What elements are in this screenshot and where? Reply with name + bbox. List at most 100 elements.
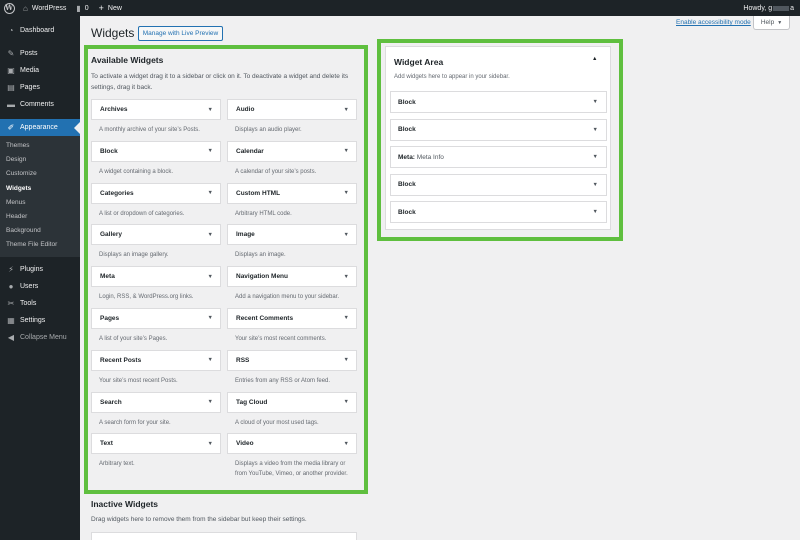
available-widgets-title: Available Widgets xyxy=(91,55,164,65)
caret-down-icon[interactable]: ▼ xyxy=(344,232,349,238)
widget-search: Search ▼ A search form for your site. xyxy=(91,391,221,434)
submenu-item-theme-file-editor[interactable]: Theme File Editor xyxy=(0,238,80,252)
widget-audio: Audio ▼ Displays an audio player. xyxy=(227,99,357,141)
submenu-item-header[interactable]: Header xyxy=(0,210,80,224)
widget-navigation-menu: Navigation Menu ▼ Add a navigation menu to… xyxy=(227,266,357,308)
accessibility-mode-link[interactable]: Enable accessibility mode xyxy=(676,19,751,26)
caret-down-icon[interactable]: ▼ xyxy=(208,399,213,405)
widget-title-bar[interactable]: Custom HTML ▼ xyxy=(227,182,357,204)
sidebar-widget-block[interactable]: Block ▼ xyxy=(390,201,607,224)
caret-down-icon[interactable]: ▼ xyxy=(344,315,349,321)
widget-area-title[interactable]: Widget Area xyxy=(394,57,443,67)
caret-down-icon[interactable]: ▼ xyxy=(344,399,349,405)
widget-recent-comments: Recent Comments ▼ Your site’s most recent … xyxy=(227,307,357,350)
caret-down-icon[interactable]: ▼ xyxy=(208,190,213,196)
widget-title-bar[interactable]: Text ▼ xyxy=(91,433,221,455)
submenu-item-customize[interactable]: Customize xyxy=(0,167,80,181)
live-preview-button[interactable]: Manage with Live Preview xyxy=(138,26,223,41)
sidebar-item-appearance[interactable]: ✐ Appearance xyxy=(0,119,80,136)
help-button[interactable]: Help ▼ xyxy=(753,16,790,30)
caret-down-icon[interactable]: ▼ xyxy=(344,274,349,280)
submenu-item-menus[interactable]: Menus xyxy=(0,196,80,210)
widget-title-bar[interactable]: RSS ▼ xyxy=(227,349,357,371)
widget-title-bar[interactable]: Block ▼ xyxy=(91,140,221,162)
caret-down-icon[interactable]: ▼ xyxy=(344,357,349,363)
widget-area-list: Block ▼ Block ▼ Meta: Meta Info ▼ Block ▼ Bl… xyxy=(390,91,607,229)
sidebar-item-posts[interactable]: ✎ Posts xyxy=(0,45,80,62)
widget-tag-cloud: Tag Cloud ▼ A cloud of your most used tags… xyxy=(227,391,357,434)
new-content-link[interactable]: + New xyxy=(94,0,127,16)
widget-title-bar[interactable]: Image ▼ xyxy=(227,224,357,246)
widget-title-bar[interactable]: Categories ▼ xyxy=(91,182,221,204)
caret-down-icon[interactable]: ▼ xyxy=(593,127,598,133)
widget-title-bar[interactable]: Gallery ▼ xyxy=(91,224,221,246)
widget-meta: Meta ▼ Login, RSS, & WordPress.org links. xyxy=(91,266,221,308)
home-icon: ⌂ xyxy=(23,3,28,13)
caret-down-icon[interactable]: ▼ xyxy=(344,148,349,154)
caret-down-icon[interactable]: ▼ xyxy=(593,99,598,105)
sidebar-widget-meta[interactable]: Meta: Meta Info ▼ xyxy=(390,146,607,169)
widget-calendar: Calendar ▼ A calendar of your site’s posts… xyxy=(227,140,357,183)
settings-icon: ▦ xyxy=(7,315,15,325)
collapse-icon: ◀ xyxy=(7,332,15,342)
sidebar-item-pages[interactable]: ▤ Pages xyxy=(0,79,80,96)
submenu-item-widgets[interactable]: Widgets xyxy=(0,182,80,196)
sidebar-item-comments[interactable]: ▬ Comments xyxy=(0,96,80,113)
account-menu[interactable]: Howdy, ga xyxy=(743,0,794,16)
media-icon: ▣ xyxy=(7,66,15,75)
sidebar-item-dashboard[interactable]: ◔ Dashboard xyxy=(0,22,80,39)
sidebar-item-users[interactable]: ● Users xyxy=(0,278,80,295)
comments-link[interactable]: ▮ 0 xyxy=(71,0,93,16)
current-menu-arrow xyxy=(74,121,80,134)
widget-title-bar[interactable]: Video ▼ xyxy=(227,433,357,455)
caret-down-icon[interactable]: ▼ xyxy=(593,154,598,160)
redacted-username xyxy=(773,5,790,11)
inactive-widgets-description: Drag widgets here to remove them from th… xyxy=(91,516,307,523)
widget-title-bar[interactable]: Calendar ▼ xyxy=(227,140,357,162)
sidebar-item-settings[interactable]: ▦ Settings xyxy=(0,312,80,329)
caret-down-icon[interactable]: ▼ xyxy=(208,441,213,447)
widget-archives: Archives ▼ A monthly archive of your site’… xyxy=(91,99,221,141)
pages-icon: ▤ xyxy=(7,83,15,92)
widget-title-bar[interactable]: Recent Posts ▼ xyxy=(91,349,221,371)
available-widgets-description: To activate a widget drag it to a sideba… xyxy=(91,73,349,91)
widget-title-bar[interactable]: Search ▼ xyxy=(91,391,221,413)
submenu-item-themes[interactable]: Themes xyxy=(0,139,80,153)
widget-title-bar[interactable]: Recent Comments ▼ xyxy=(227,307,357,329)
caret-down-icon[interactable]: ▼ xyxy=(593,182,598,188)
submenu-item-design[interactable]: Design xyxy=(0,153,80,167)
caret-down-icon[interactable]: ▼ xyxy=(208,107,213,113)
caret-down-icon[interactable]: ▼ xyxy=(208,315,213,321)
caret-down-icon[interactable]: ▼ xyxy=(344,107,349,113)
submenu-item-background[interactable]: Background xyxy=(0,224,80,238)
caret-down-icon[interactable]: ▼ xyxy=(344,441,349,447)
widget-title-bar[interactable]: Tag Cloud ▼ xyxy=(227,391,357,413)
sidebar-widget-block[interactable]: Block ▼ xyxy=(390,118,607,141)
sidebar-widget-block[interactable]: Block ▼ xyxy=(390,91,607,113)
caret-down-icon[interactable]: ▼ xyxy=(208,274,213,280)
caret-down-icon[interactable]: ▼ xyxy=(208,148,213,154)
sidebar-item-media[interactable]: ▣ Media xyxy=(0,62,80,79)
caret-down-icon[interactable]: ▼ xyxy=(344,190,349,196)
comment-bubble-icon: ▮ xyxy=(76,3,81,13)
widget-title-bar[interactable]: Pages ▼ xyxy=(91,307,221,329)
inactive-widgets-dropzone[interactable] xyxy=(91,532,357,540)
sidebar-item-tools[interactable]: ✂ Tools xyxy=(0,295,80,312)
admin-bar: W ⌂ WordPress ▮ 0 + New Howdy, ga xyxy=(0,0,800,16)
caret-up-icon[interactable]: ▲ xyxy=(592,56,597,62)
caret-down-icon[interactable]: ▼ xyxy=(593,209,598,215)
widget-title-bar[interactable]: Archives ▼ xyxy=(91,99,221,120)
widget-title-bar[interactable]: Meta ▼ xyxy=(91,266,221,288)
caret-down-icon[interactable]: ▼ xyxy=(208,232,213,238)
widget-rss: RSS ▼ Entries from any RSS or Atom feed. xyxy=(227,349,357,392)
wordpress-logo-icon[interactable]: W xyxy=(0,0,18,16)
caret-down-icon[interactable]: ▼ xyxy=(208,357,213,363)
widget-title-bar[interactable]: Navigation Menu ▼ xyxy=(227,266,357,288)
widget-title-bar[interactable]: Audio ▼ xyxy=(227,99,357,120)
sidebar-widget-block[interactable]: Block ▼ xyxy=(390,173,607,196)
sidebar-item-plugins[interactable]: ⚡ Plugins xyxy=(0,261,80,278)
sidebar-item-collapse-menu[interactable]: ◀ Collapse Menu xyxy=(0,329,80,346)
dashboard-icon: ◔ xyxy=(8,26,14,35)
widget-pages: Pages ▼ A list of your site’s Pages. xyxy=(91,307,221,350)
site-name-link[interactable]: ⌂ WordPress xyxy=(18,0,71,16)
